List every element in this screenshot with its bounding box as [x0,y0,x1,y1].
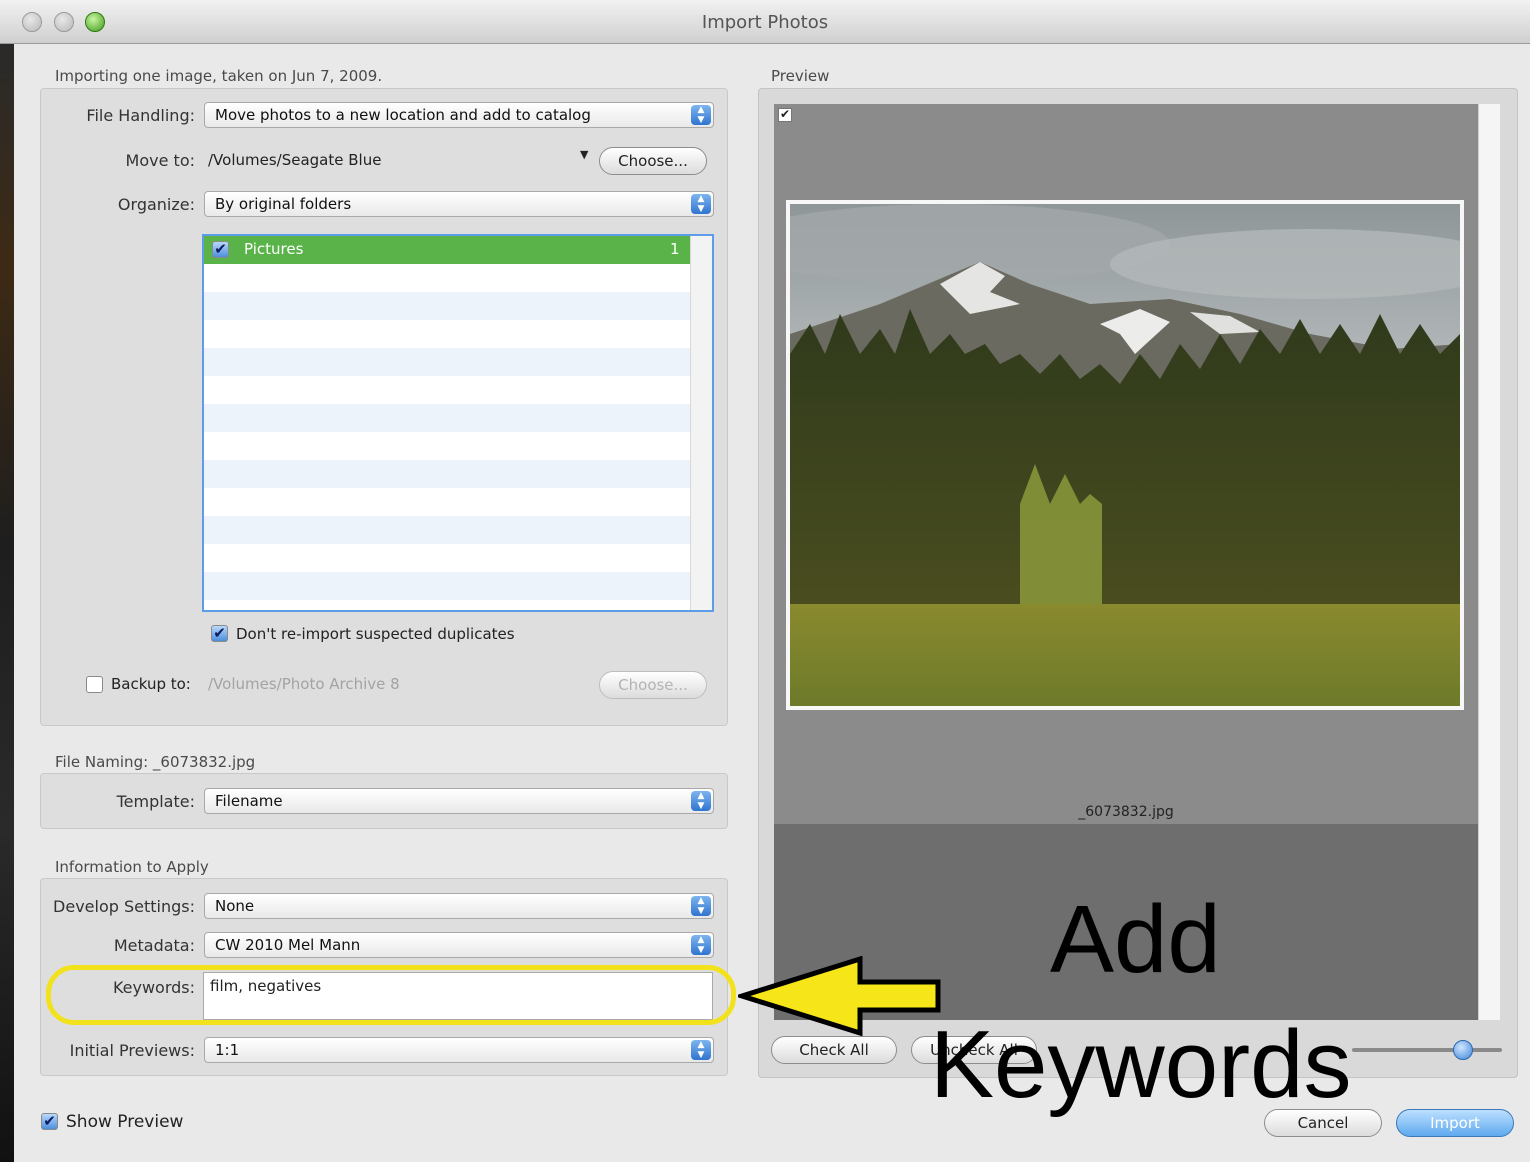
organize-label: Organize: [117,195,195,214]
move-to-path: /Volumes/Seagate Blue [208,151,382,169]
template-label: Template: [116,792,195,811]
window-title: Import Photos [701,12,829,33]
develop-settings-label: Develop Settings: [53,897,195,916]
metadata-select[interactable]: CW 2010 Mel Mann ▲ ▼ [204,932,714,958]
keywords-highlight-outline [46,965,736,1025]
dont-reimport-label: Don't re-import suspected duplicates [236,625,515,643]
path-dropdown-icon[interactable]: ▼ [580,148,588,161]
popup-arrows-icon: ▲ ▼ [691,896,711,916]
initial-previews-select[interactable]: 1:1 ▲ ▼ [204,1037,714,1063]
move-to-label: Move to: [125,151,195,170]
annotation-line-keywords: Keywords [930,1011,1352,1118]
file-naming-header: File Naming: _6073832.jpg [55,753,256,771]
thumbnail-size-slider[interactable] [1352,1048,1502,1052]
metadata-value: CW 2010 Mel Mann [215,936,361,954]
list-stripe [204,404,690,432]
popup-arrows-icon: ▲ ▼ [691,105,711,125]
annotation-line-add: Add [1050,886,1221,993]
dont-reimport-checkbox[interactable]: ✔ [211,625,228,642]
list-stripe [204,460,690,488]
preview-scrollbar[interactable] [1478,104,1500,1020]
popup-arrows-icon: ▲ ▼ [691,194,711,214]
folder-count: 1 [670,240,680,258]
list-stripe [204,572,690,600]
annotation-arrow-icon [738,956,941,1036]
preview-filename: _6073832.jpg [1078,804,1174,820]
template-value: Filename [215,792,283,810]
show-preview-checkbox[interactable]: ✔ [41,1113,58,1130]
import-photos-window: Import Photos Importing one image, taken… [0,0,1530,1162]
template-select[interactable]: Filename ▲ ▼ [204,788,714,814]
slider-knob[interactable] [1453,1040,1473,1060]
popup-arrows-icon: ▲ ▼ [691,1040,711,1060]
folder-list-scrollbar[interactable] [690,236,712,610]
folder-row[interactable]: ✔ Pictures 1 [204,236,690,264]
move-to-choose-button[interactable]: Choose... [599,147,707,175]
import-button[interactable]: Import [1396,1109,1514,1137]
info-header: Information to Apply [55,858,209,876]
backup-label: Backup to: [111,675,191,693]
title-bar: Import Photos [0,0,1530,44]
background-edge [0,44,14,1162]
initial-previews-label: Initial Previews: [69,1041,195,1060]
thumbnail-checkbox[interactable]: ✔ [778,108,792,122]
preview-header: Preview [771,67,830,85]
file-handling-value: Move photos to a new location and add to… [215,106,591,124]
backup-checkbox[interactable] [86,676,103,693]
list-stripe [204,348,690,376]
folder-name: Pictures [244,240,304,258]
metadata-label: Metadata: [113,936,195,955]
develop-settings-select[interactable]: None ▲ ▼ [204,893,714,919]
organize-select[interactable]: By original folders ▲ ▼ [204,191,714,217]
folder-checkbox[interactable]: ✔ [212,241,229,258]
file-handling-label: File Handling: [86,106,195,125]
file-handling-select[interactable]: Move photos to a new location and add to… [204,102,714,128]
landscape-photo [730,204,1510,706]
check-all-button[interactable]: Check All [771,1036,897,1064]
organize-value: By original folders [215,195,352,213]
list-stripe [204,292,690,320]
develop-settings-value: None [215,897,255,915]
backup-path: /Volumes/Photo Archive 8 [208,675,400,693]
backup-choose-button[interactable]: Choose... [599,671,707,699]
show-preview-label: Show Preview [66,1112,184,1132]
photo-thumbnail[interactable] [730,200,1510,710]
initial-previews-value: 1:1 [215,1041,240,1059]
list-stripe [204,516,690,544]
import-summary: Importing one image, taken on Jun 7, 200… [55,67,383,85]
popup-arrows-icon: ▲ ▼ [691,935,711,955]
popup-arrows-icon: ▲ ▼ [691,791,711,811]
folder-list[interactable]: ✔ Pictures 1 [202,234,714,612]
